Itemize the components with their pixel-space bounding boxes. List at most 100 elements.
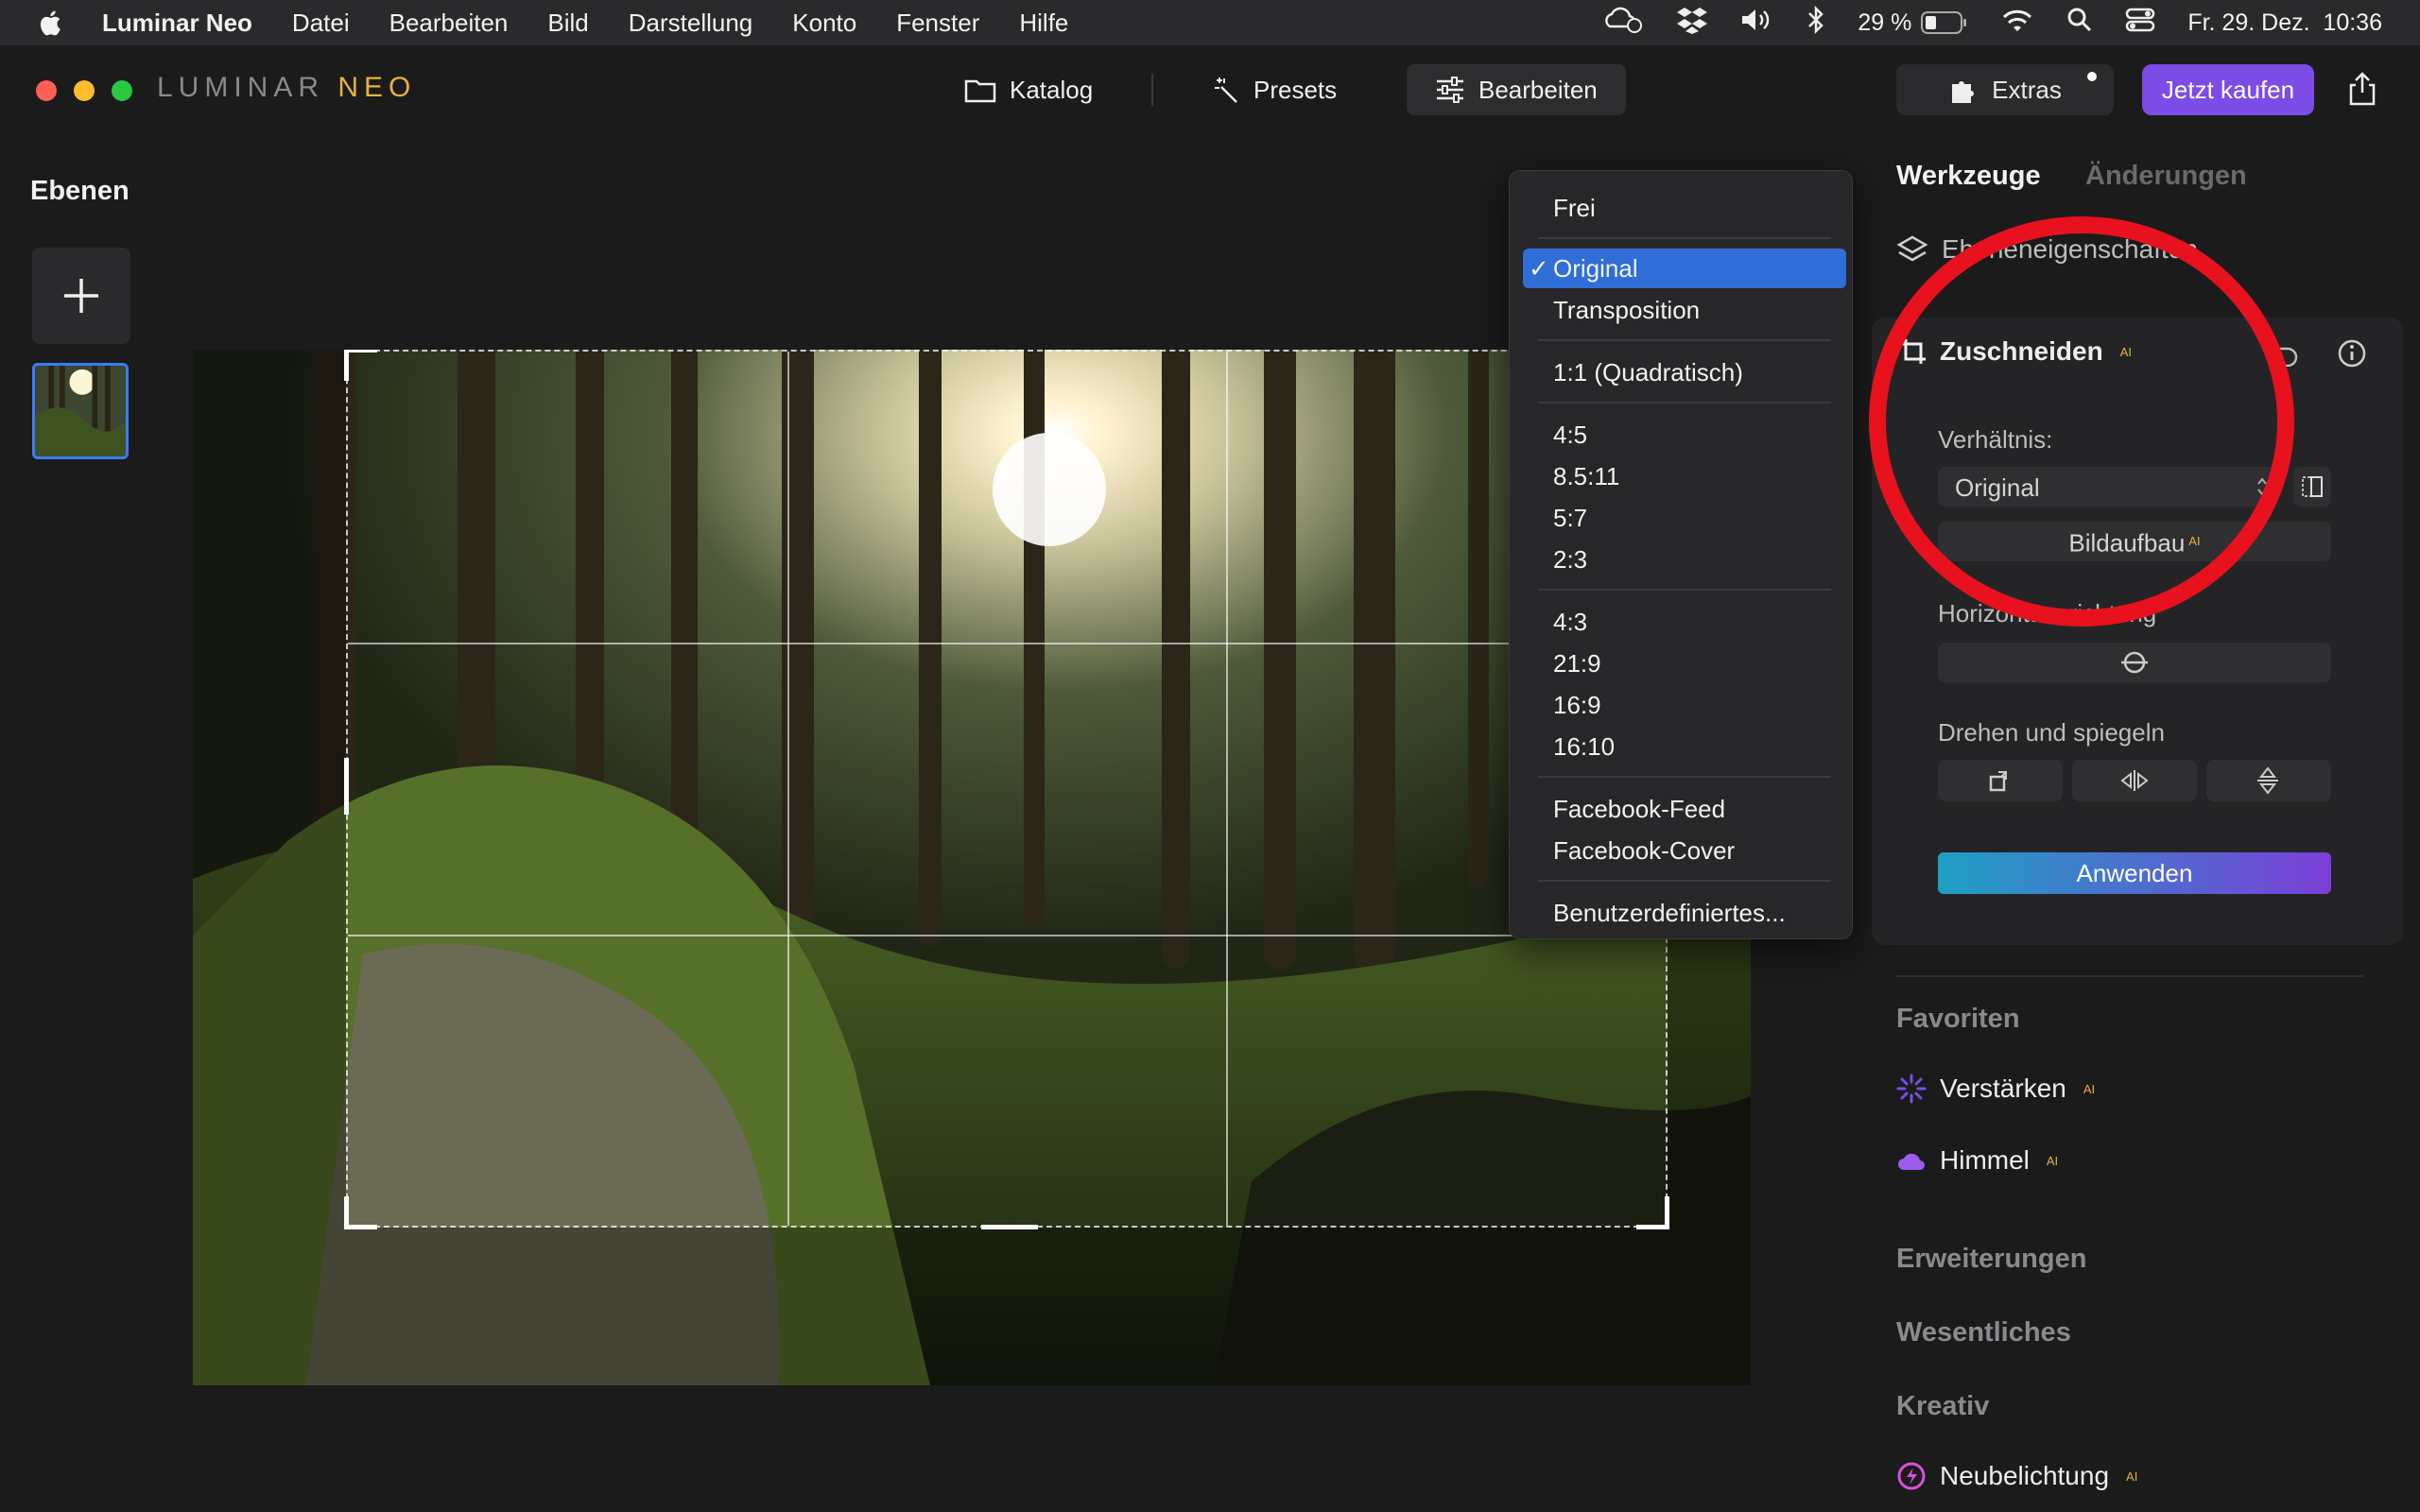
app-logo: LUMINAR NEO bbox=[157, 72, 416, 104]
tab-presets[interactable]: Presets bbox=[1184, 64, 1365, 115]
apple-icon[interactable] bbox=[38, 9, 62, 37]
ratio-item-transposition[interactable]: Transposition bbox=[1523, 290, 1846, 330]
share-icon[interactable] bbox=[2348, 72, 2377, 111]
layer-properties-label: Ebeneneigenschaften bbox=[1942, 234, 2198, 264]
crop-handle-bottom[interactable] bbox=[981, 1225, 1038, 1229]
section-favoriten[interactable]: Favoriten bbox=[1896, 1004, 2020, 1035]
section-wesentliches[interactable]: Wesentliches bbox=[1896, 1317, 2071, 1349]
ratio-item-4-3[interactable]: 4:3 bbox=[1523, 602, 1846, 642]
battery-status[interactable]: 29 % bbox=[1858, 9, 1968, 37]
menu-darstellung[interactable]: Darstellung bbox=[629, 9, 753, 38]
flip-horizontal-icon bbox=[2120, 770, 2149, 791]
ratio-item-1-1[interactable]: 1:1 (Quadratisch) bbox=[1523, 352, 1846, 392]
nav-divider bbox=[1151, 74, 1153, 106]
layer-properties-item[interactable]: Ebeneneigenschaften bbox=[1896, 234, 2198, 265]
ratio-item-facebook-cover[interactable]: Facebook-Cover bbox=[1523, 831, 1846, 870]
ratio-item-4-5[interactable]: 4:5 bbox=[1523, 415, 1846, 455]
buy-now-button[interactable]: Jetzt kaufen bbox=[2142, 64, 2314, 115]
wifi-icon[interactable] bbox=[2000, 7, 2034, 40]
extras-button[interactable]: Extras bbox=[1896, 64, 2114, 115]
ratio-item-16-10[interactable]: 16:10 bbox=[1523, 727, 1846, 766]
rotate-button[interactable] bbox=[1938, 760, 2063, 801]
horizon-align-button[interactable] bbox=[1938, 643, 2331, 682]
volume-icon[interactable] bbox=[1740, 7, 1774, 40]
ratio-item-21-9[interactable]: 21:9 bbox=[1523, 644, 1846, 683]
extras-label: Extras bbox=[1992, 75, 2062, 104]
relight-bolt-icon bbox=[1897, 1462, 1926, 1490]
folder-icon bbox=[964, 79, 996, 103]
orientation-toggle[interactable] bbox=[2293, 467, 2331, 507]
close-window-button[interactable] bbox=[36, 80, 57, 101]
plus-icon bbox=[64, 279, 98, 313]
menu-separator bbox=[1538, 776, 1831, 778]
clock[interactable]: Fr. 29. Dez. 10:36 bbox=[2187, 9, 2382, 37]
menu-datei[interactable]: Datei bbox=[292, 9, 350, 38]
ratio-item-original[interactable]: ✓ Original bbox=[1523, 249, 1846, 288]
ratio-item-16-9[interactable]: 16:9 bbox=[1523, 685, 1846, 725]
sync-status-icon[interactable] bbox=[1600, 6, 1644, 41]
bluetooth-icon[interactable] bbox=[1806, 5, 1825, 41]
ratio-item-2-3[interactable]: 2:3 bbox=[1523, 540, 1846, 579]
control-center-icon[interactable] bbox=[2125, 7, 2155, 40]
layers-title: Ebenen bbox=[30, 176, 130, 206]
magic-wand-icon bbox=[1215, 77, 1237, 103]
menu-hilfe[interactable]: Hilfe bbox=[1019, 9, 1068, 38]
ratio-select[interactable]: Original bbox=[1938, 467, 2278, 507]
ratio-select-value: Original bbox=[1955, 473, 2040, 502]
crop-tool-header[interactable]: Zuschneiden AI bbox=[1900, 336, 2132, 367]
zoom-window-button[interactable] bbox=[112, 80, 132, 101]
crop-handle-bottom-right[interactable] bbox=[1636, 1196, 1669, 1229]
grid-line-v2 bbox=[1226, 352, 1229, 1226]
notification-dot bbox=[2087, 72, 2097, 81]
himmel-ai-badge: AI bbox=[2046, 1153, 2059, 1168]
tab-presets-label: Presets bbox=[1253, 75, 1338, 104]
flip-vertical-icon bbox=[2257, 766, 2278, 795]
add-layer-button[interactable] bbox=[32, 248, 130, 344]
ratio-label: Verhältnis: bbox=[1938, 425, 2053, 454]
crop-handle-bottom-left[interactable] bbox=[344, 1196, 377, 1229]
ratio-item-custom[interactable]: Benutzerdefiniertes... bbox=[1523, 893, 1846, 933]
undo-icon[interactable] bbox=[2269, 338, 2301, 371]
section-kreativ[interactable]: Kreativ bbox=[1896, 1391, 1989, 1422]
menu-separator bbox=[1538, 237, 1831, 239]
tool-himmel[interactable]: Himmel AI bbox=[1896, 1145, 2058, 1176]
apply-button[interactable]: Anwenden bbox=[1938, 852, 2331, 894]
grid-line-h2 bbox=[348, 934, 1666, 936]
spotlight-search-icon[interactable] bbox=[2066, 7, 2093, 40]
info-icon[interactable] bbox=[2337, 338, 2367, 373]
crop-handle-top-left[interactable] bbox=[344, 350, 377, 381]
menu-bearbeiten[interactable]: Bearbeiten bbox=[389, 9, 509, 38]
crop-handle-left[interactable] bbox=[344, 758, 349, 815]
ratio-item-facebook-feed[interactable]: Facebook-Feed bbox=[1523, 789, 1846, 829]
aspect-ratio-menu: Frei ✓ Original Transposition 1:1 (Quadr… bbox=[1509, 170, 1853, 939]
menu-fenster[interactable]: Fenster bbox=[896, 9, 979, 38]
minimize-window-button[interactable] bbox=[74, 80, 95, 101]
app-menu[interactable]: Luminar Neo bbox=[102, 9, 252, 38]
tab-katalog[interactable]: Katalog bbox=[936, 64, 1121, 115]
battery-icon bbox=[1921, 11, 1967, 34]
flip-vertical-button[interactable] bbox=[2206, 760, 2331, 801]
section-erweiterungen[interactable]: Erweiterungen bbox=[1896, 1244, 2086, 1275]
ratio-item-8-5-11[interactable]: 8.5:11 bbox=[1523, 456, 1846, 496]
panel-divider bbox=[1896, 975, 2363, 977]
composition-button[interactable]: Bildaufbau AI bbox=[1938, 522, 2331, 561]
rotate-label: Drehen und spiegeln bbox=[1938, 718, 2165, 747]
tab-aenderungen[interactable]: Änderungen bbox=[2085, 161, 2247, 192]
crop-frame[interactable] bbox=[344, 350, 1669, 1229]
tool-verstaerken[interactable]: Verstärken AI bbox=[1896, 1074, 2095, 1104]
ratio-item-frei[interactable]: Frei bbox=[1523, 188, 1846, 228]
dropbox-icon[interactable] bbox=[1676, 6, 1708, 41]
horizon-label: Horizontausrichtung bbox=[1938, 599, 2157, 627]
tab-werkzeuge[interactable]: Werkzeuge bbox=[1896, 161, 2041, 192]
tool-verstaerken-label: Verstärken bbox=[1940, 1074, 2066, 1103]
tool-neubelichtung[interactable]: Neubelichtung AI bbox=[1896, 1461, 2137, 1491]
layer-thumbnail[interactable] bbox=[32, 363, 129, 459]
ratio-item-5-7[interactable]: 5:7 bbox=[1523, 498, 1846, 538]
grid-line-v1 bbox=[786, 352, 789, 1226]
portrait-landscape-icon bbox=[2302, 476, 2323, 497]
tab-bearbeiten[interactable]: Bearbeiten bbox=[1407, 64, 1626, 115]
flip-horizontal-button[interactable] bbox=[2072, 760, 2197, 801]
menu-bild[interactable]: Bild bbox=[547, 9, 588, 38]
menu-konto[interactable]: Konto bbox=[792, 9, 856, 38]
puzzle-icon bbox=[1952, 81, 1975, 103]
